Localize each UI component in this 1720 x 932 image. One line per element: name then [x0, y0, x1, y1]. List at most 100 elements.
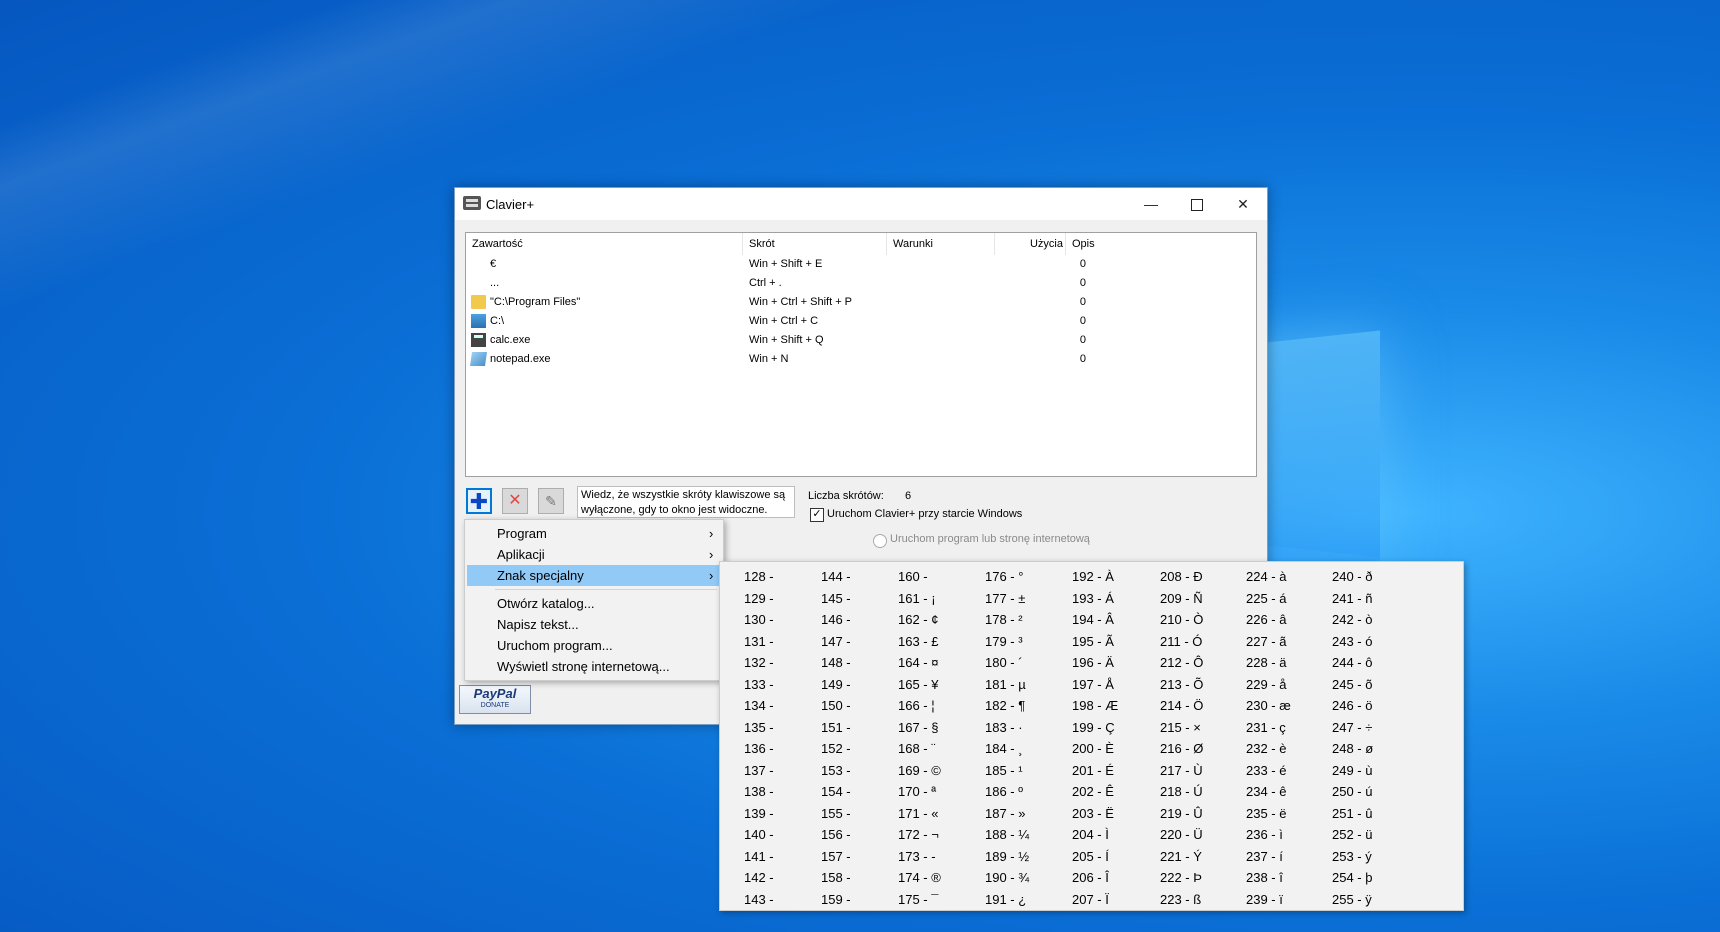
column-header-conditions[interactable]: Warunki	[887, 233, 995, 255]
menu-item-program[interactable]: Program ›	[467, 523, 719, 544]
char-menu-item[interactable]: 238 - î	[1246, 867, 1291, 889]
char-menu-item[interactable]: 211 - Ó	[1160, 631, 1203, 653]
close-button[interactable]: ✕	[1220, 188, 1266, 220]
char-menu-item[interactable]: 158 -	[821, 867, 851, 889]
char-menu-item[interactable]: 143 -	[744, 889, 774, 911]
char-menu-item[interactable]: 206 - Î	[1072, 867, 1118, 889]
char-menu-item[interactable]: 151 -	[821, 717, 851, 739]
char-menu-item[interactable]: 180 - ´	[985, 652, 1029, 674]
char-menu-item[interactable]: 138 -	[744, 781, 774, 803]
char-menu-item[interactable]: 188 - ¼	[985, 824, 1029, 846]
char-menu-item[interactable]: 242 - ò	[1332, 609, 1373, 631]
char-menu-item[interactable]: 215 - ×	[1160, 717, 1203, 739]
char-menu-item[interactable]: 245 - õ	[1332, 674, 1373, 696]
char-menu-item[interactable]: 220 - Ü	[1160, 824, 1203, 846]
char-menu-item[interactable]: 154 -	[821, 781, 851, 803]
char-menu-item[interactable]: 160 -	[898, 566, 941, 588]
char-menu-item[interactable]: 240 - ð	[1332, 566, 1373, 588]
char-menu-item[interactable]: 165 - ¥	[898, 674, 941, 696]
char-menu-item[interactable]: 148 -	[821, 652, 851, 674]
char-menu-item[interactable]: 219 - Û	[1160, 803, 1203, 825]
char-menu-item[interactable]: 164 - ¤	[898, 652, 941, 674]
char-menu-item[interactable]: 144 -	[821, 566, 851, 588]
char-menu-item[interactable]: 135 -	[744, 717, 774, 739]
shortcut-list[interactable]: Zawartość Skrót Warunki Użycia Opis € Win…	[465, 232, 1257, 477]
char-menu-item[interactable]: 132 -	[744, 652, 774, 674]
char-menu-item[interactable]: 177 - ±	[985, 588, 1029, 610]
menu-item-type-text[interactable]: Napisz tekst...	[467, 614, 719, 635]
char-menu-item[interactable]: 249 - ù	[1332, 760, 1373, 782]
char-menu-item[interactable]: 228 - ä	[1246, 652, 1291, 674]
menu-item-aplikacji[interactable]: Aplikacji ›	[467, 544, 719, 565]
char-menu-item[interactable]: 253 - ý	[1332, 846, 1373, 868]
char-menu-item[interactable]: 156 -	[821, 824, 851, 846]
char-menu-item[interactable]: 248 - ø	[1332, 738, 1373, 760]
char-menu-item[interactable]: 168 - ¨	[898, 738, 941, 760]
char-menu-item[interactable]: 203 - Ë	[1072, 803, 1118, 825]
autostart-label[interactable]: Uruchom Clavier+ przy starcie Windows	[827, 508, 1022, 520]
table-row[interactable]: calc.exe Win + Shift + Q 0	[466, 331, 1256, 350]
char-menu-item[interactable]: 212 - Ô	[1160, 652, 1203, 674]
char-menu-item[interactable]: 217 - Ù	[1160, 760, 1203, 782]
char-menu-item[interactable]: 179 - ³	[985, 631, 1029, 653]
char-menu-item[interactable]: 201 - É	[1072, 760, 1118, 782]
char-menu-item[interactable]: 246 - ö	[1332, 695, 1373, 717]
menu-item-open-webpage[interactable]: Wyświetl stronę internetową...	[467, 656, 719, 677]
char-menu-item[interactable]: 199 - Ç	[1072, 717, 1118, 739]
char-menu-item[interactable]: 226 - â	[1246, 609, 1291, 631]
char-menu-item[interactable]: 235 - ë	[1246, 803, 1291, 825]
char-menu-item[interactable]: 222 - Þ	[1160, 867, 1203, 889]
char-menu-item[interactable]: 198 - Æ	[1072, 695, 1118, 717]
char-menu-item[interactable]: 216 - Ø	[1160, 738, 1203, 760]
minimize-button[interactable]: —	[1128, 188, 1174, 220]
char-menu-item[interactable]: 227 - ã	[1246, 631, 1291, 653]
char-menu-item[interactable]: 147 -	[821, 631, 851, 653]
char-menu-item[interactable]: 157 -	[821, 846, 851, 868]
char-menu-item[interactable]: 243 - ó	[1332, 631, 1373, 653]
char-menu-item[interactable]: 224 - à	[1246, 566, 1291, 588]
char-menu-item[interactable]: 167 - §	[898, 717, 941, 739]
char-menu-item[interactable]: 175 - ¯	[898, 889, 941, 911]
char-menu-item[interactable]: 128 -	[744, 566, 774, 588]
column-header-shortcut[interactable]: Skrót	[743, 233, 887, 255]
char-menu-item[interactable]: 189 - ½	[985, 846, 1029, 868]
char-menu-item[interactable]: 155 -	[821, 803, 851, 825]
table-row[interactable]: "C:\Program Files" Win + Ctrl + Shift + P…	[466, 293, 1256, 312]
char-menu-item[interactable]: 207 - Ï	[1072, 889, 1118, 911]
char-menu-item[interactable]: 172 - ¬	[898, 824, 941, 846]
char-menu-item[interactable]: 141 -	[744, 846, 774, 868]
char-menu-item[interactable]: 244 - ô	[1332, 652, 1373, 674]
char-menu-item[interactable]: 178 - ²	[985, 609, 1029, 631]
char-menu-item[interactable]: 153 -	[821, 760, 851, 782]
char-menu-item[interactable]: 218 - Ú	[1160, 781, 1203, 803]
char-menu-item[interactable]: 232 - è	[1246, 738, 1291, 760]
char-menu-item[interactable]: 173 - -	[898, 846, 941, 868]
char-menu-item[interactable]: 186 - º	[985, 781, 1029, 803]
char-menu-item[interactable]: 149 -	[821, 674, 851, 696]
char-menu-item[interactable]: 234 - ê	[1246, 781, 1291, 803]
char-menu-item[interactable]: 197 - Å	[1072, 674, 1118, 696]
char-menu-item[interactable]: 194 - Â	[1072, 609, 1118, 631]
column-header-description[interactable]: Opis	[1066, 233, 1256, 255]
char-menu-item[interactable]: 252 - ü	[1332, 824, 1373, 846]
char-menu-item[interactable]: 133 -	[744, 674, 774, 696]
add-shortcut-button[interactable]: ✚	[466, 488, 492, 514]
char-menu-item[interactable]: 185 - ¹	[985, 760, 1029, 782]
char-menu-item[interactable]: 137 -	[744, 760, 774, 782]
char-menu-item[interactable]: 193 - Á	[1072, 588, 1118, 610]
delete-shortcut-button[interactable]: ✕	[502, 488, 528, 514]
column-header-content[interactable]: Zawartość	[466, 233, 743, 255]
char-menu-item[interactable]: 181 - µ	[985, 674, 1029, 696]
char-menu-item[interactable]: 210 - Ò	[1160, 609, 1203, 631]
char-menu-item[interactable]: 190 - ¾	[985, 867, 1029, 889]
char-menu-item[interactable]: 142 -	[744, 867, 774, 889]
char-menu-item[interactable]: 229 - å	[1246, 674, 1291, 696]
char-menu-item[interactable]: 187 - »	[985, 803, 1029, 825]
char-menu-item[interactable]: 130 -	[744, 609, 774, 631]
char-menu-item[interactable]: 171 - «	[898, 803, 941, 825]
char-menu-item[interactable]: 225 - á	[1246, 588, 1291, 610]
char-menu-item[interactable]: 161 - ¡	[898, 588, 941, 610]
run-program-label[interactable]: Uruchom program lub stronę internetową	[890, 533, 1090, 545]
char-menu-item[interactable]: 209 - Ñ	[1160, 588, 1203, 610]
run-program-radio[interactable]	[873, 534, 887, 548]
